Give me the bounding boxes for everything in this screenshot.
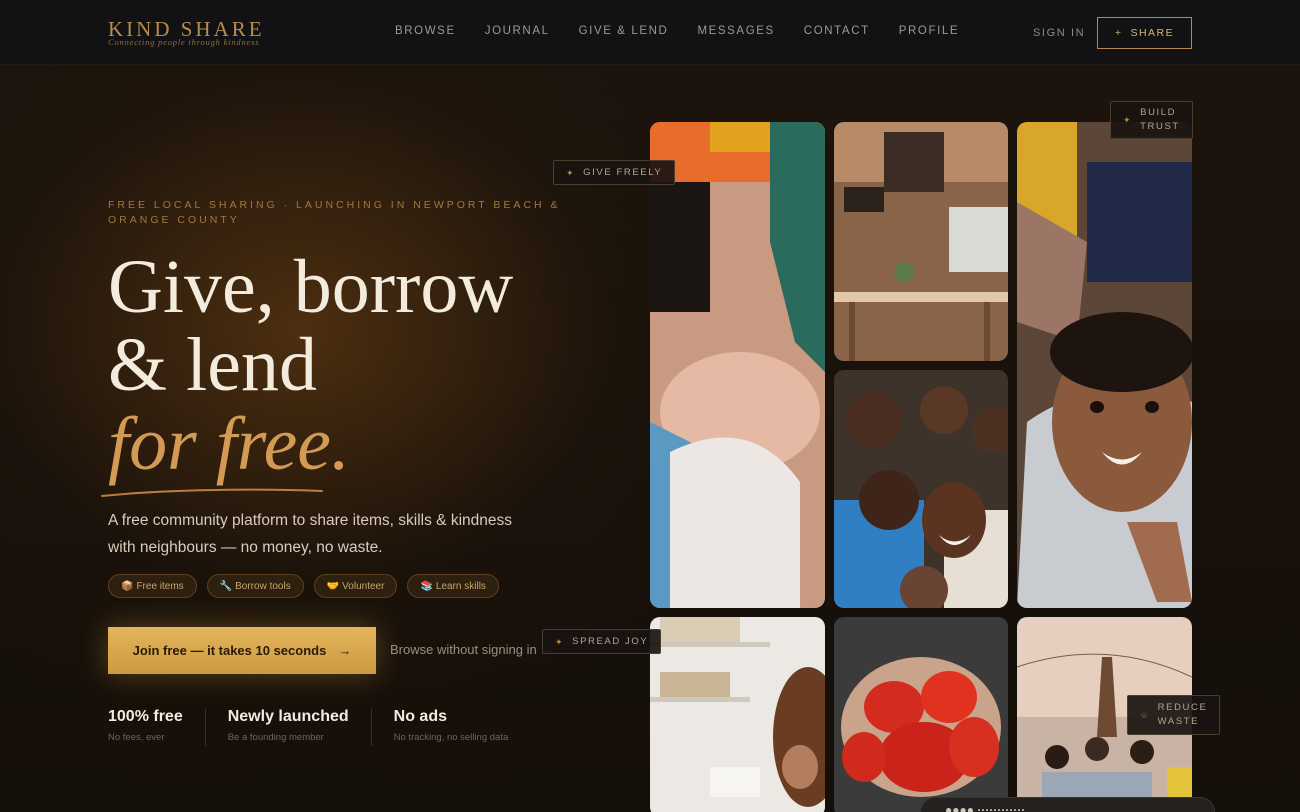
notification-toast[interactable]: ●●●● ············ xyxy=(920,797,1215,812)
chip-label: Free items xyxy=(136,580,184,592)
tag-give-freely: ✦ GIVE FREELY xyxy=(553,160,676,185)
sparkle-icon: ✦ xyxy=(566,167,576,178)
tag-label-line-2: TRUST xyxy=(1140,121,1180,132)
chip-label: Volunteer xyxy=(342,580,385,592)
headline-line-1: Give, borrow xyxy=(108,245,514,329)
tag-label-line-1: REDUCE xyxy=(1157,702,1208,713)
tag-spread-joy: ✦ SPREAD JOY xyxy=(542,629,662,654)
package-icon: 📦 xyxy=(121,580,134,592)
join-free-button[interactable]: Join free — it takes 10 seconds → xyxy=(108,627,376,674)
sparkle-icon: ✦ xyxy=(555,636,565,647)
nav-links: BROWSE JOURNAL GIVE & LEND MESSAGES CONT… xyxy=(395,25,988,37)
nav-link-browse[interactable]: BROWSE xyxy=(395,25,456,37)
books-icon: 📚 xyxy=(420,580,433,592)
hero-eyebrow: FREE LOCAL SHARING · LAUNCHING IN NEWPOR… xyxy=(108,199,561,226)
browse-without-signin-link[interactable]: Browse without signing in → xyxy=(390,642,553,657)
photo-painted-hands xyxy=(834,617,1008,812)
chip-label: Borrow tools xyxy=(235,580,291,592)
photo-group-children xyxy=(834,370,1008,608)
arrow-right-icon: → xyxy=(338,643,352,658)
photo-hands-together xyxy=(650,122,825,608)
stat-label: Be a founding member xyxy=(227,732,324,743)
stat-label: No tracking, no selling data xyxy=(393,732,509,743)
join-free-label: Join free — it takes 10 seconds xyxy=(132,643,327,658)
tag-reduce-waste: ♧ REDUCE WASTE xyxy=(1127,695,1221,735)
nav-link-journal[interactable]: JOURNAL xyxy=(485,25,550,37)
leaf-icon: ♧ xyxy=(1140,710,1150,720)
brand-tagline: Connecting people through kindness xyxy=(108,37,260,47)
tag-label: GIVE FREELY xyxy=(583,166,663,178)
sparkle-icon: ✦ xyxy=(1123,115,1133,125)
stat-item: 100% free No fees, ever xyxy=(108,708,206,746)
chip-label: Learn skills xyxy=(435,580,486,592)
handshake-icon: 🤝 xyxy=(326,580,340,592)
feature-chips: 📦 Free items 🔧 Borrow tools 🤝 Volunteer … xyxy=(108,574,499,598)
chip-learn-skills[interactable]: 📚 Learn skills xyxy=(407,574,499,598)
nav-link-give-lend[interactable]: GIVE & LEND xyxy=(579,25,669,37)
stat-item: No ads No tracking, no selling data xyxy=(394,708,531,746)
stat-value: No ads xyxy=(393,708,447,725)
stats-row: 100% free No fees, ever Newly launched B… xyxy=(108,708,552,746)
sign-in-link[interactable]: SIGN IN xyxy=(1033,27,1085,39)
tag-label-group: BUILD TRUST xyxy=(1140,106,1180,134)
stat-item: Newly launched Be a founding member xyxy=(228,708,372,746)
headline-accent: for free. xyxy=(108,402,351,486)
wrench-icon: 🔧 xyxy=(219,580,233,592)
stat-label: No fees, ever xyxy=(108,732,165,743)
share-button[interactable]: + SHARE xyxy=(1097,17,1192,49)
chip-borrow-tools[interactable]: 🔧 Borrow tools xyxy=(206,574,304,598)
photo-workspace xyxy=(834,122,1008,361)
tag-label-group: REDUCE WASTE xyxy=(1158,701,1208,729)
stat-value: Newly launched xyxy=(227,708,349,725)
plus-icon: + xyxy=(1114,27,1123,39)
tag-build-trust: ✦ BUILD TRUST xyxy=(1110,101,1193,139)
stat-value: 100% free xyxy=(108,708,183,725)
photo-shelves xyxy=(650,617,825,812)
nav-link-contact[interactable]: CONTACT xyxy=(804,25,870,37)
tag-label-line-1: BUILD xyxy=(1140,107,1177,118)
chip-free-items[interactable]: 📦 Free items xyxy=(108,574,197,598)
nav-link-messages[interactable]: MESSAGES xyxy=(697,25,774,37)
tag-label-line-2: WASTE xyxy=(1157,716,1200,727)
hero-headline: Give, borrow & lend xyxy=(108,248,513,404)
headline-line-2: & lend xyxy=(108,323,317,407)
hero-description: A free community platform to share items… xyxy=(108,512,513,556)
top-nav: KIND SHARE Connecting people through kin… xyxy=(0,0,1300,65)
chip-volunteer[interactable]: 🤝 Volunteer xyxy=(313,574,398,598)
share-button-label: SHARE xyxy=(1130,27,1175,39)
headline-underline xyxy=(101,488,323,497)
tag-label: SPREAD JOY xyxy=(572,635,649,647)
brand-logo[interactable]: KIND SHARE Connecting people through kin… xyxy=(108,18,265,47)
toast-text: ●●●● ············ xyxy=(945,803,1026,812)
photo-child-smiling xyxy=(1017,122,1192,608)
nav-link-profile[interactable]: PROFILE xyxy=(899,25,959,37)
